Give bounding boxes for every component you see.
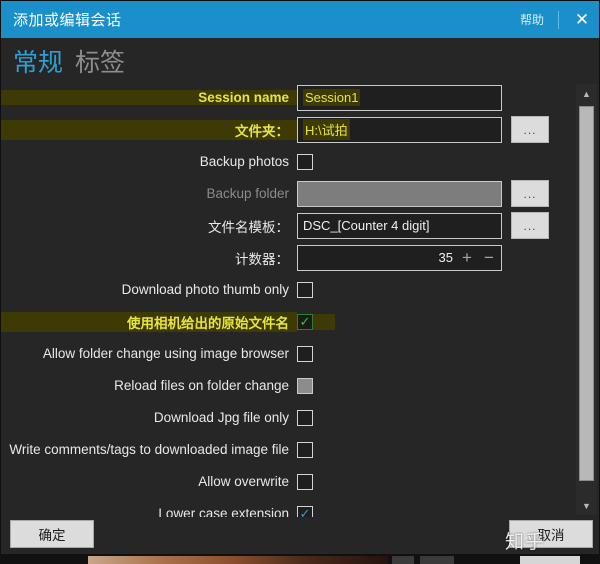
desktop-tile: [420, 556, 454, 564]
label-download-thumb-only: Download photo thumb only: [121, 282, 289, 297]
tab-bar: 常规 标签: [1, 38, 599, 82]
lower-case-extension-checkbox[interactable]: ✓: [297, 505, 313, 517]
row-counter: 计数器： 35 + −: [1, 242, 574, 273]
row-allow-folder-change: Allow folder change using image browser: [1, 338, 574, 369]
backup-photos-checkbox-wrap: [297, 153, 313, 170]
row-reload-files: Reload files on folder change: [1, 370, 574, 401]
desktop-tile: [392, 556, 414, 564]
counter-input[interactable]: 35 + −: [297, 244, 502, 271]
tab-tags[interactable]: 标签: [75, 48, 125, 78]
counter-decrement-icon[interactable]: −: [481, 249, 497, 266]
row-allow-overwrite: Allow overwrite: [1, 466, 574, 497]
folder-browse-button[interactable]: ...: [511, 116, 549, 143]
close-icon[interactable]: ✕: [565, 1, 599, 38]
row-lower-case-extension: Lower case extension ✓: [1, 498, 574, 517]
tab-general[interactable]: 常规: [13, 48, 63, 78]
download-thumb-only-checkbox[interactable]: [297, 281, 313, 298]
lower-case-extension-checkbox-wrap: ✓: [297, 505, 313, 517]
dialog-footer: 确定 取消: [1, 517, 599, 554]
allow-folder-change-checkbox[interactable]: [297, 345, 313, 362]
screen: 添加或编辑会话 帮助 ✕ 常规 标签 Session name Session1: [0, 0, 600, 564]
label-lower-case-extension: Lower case extension: [158, 506, 289, 517]
label-download-jpg-only: Download Jpg file only: [153, 410, 289, 425]
folder-input[interactable]: H:\试拍: [297, 116, 502, 143]
allow-folder-change-checkbox-wrap: [297, 345, 313, 362]
write-comments-checkbox-wrap: [297, 441, 313, 458]
row-download-thumb-only: Download photo thumb only: [1, 274, 574, 305]
row-backup-photos: Backup photos: [1, 146, 574, 177]
window-title: 添加或编辑会话: [13, 12, 122, 29]
label-counter: 计数器：: [235, 251, 289, 267]
scroll-down-icon[interactable]: ▼: [576, 496, 597, 515]
folder-value: H:\试拍: [303, 119, 350, 140]
label-write-comments: Write comments/tags to downloaded image …: [9, 442, 289, 457]
label-backup-folder: Backup folder: [206, 186, 289, 201]
label-session-name: Session name: [1, 90, 297, 105]
scrollbar-thumb[interactable]: [579, 106, 594, 481]
scrollbar-track[interactable]: [576, 103, 597, 496]
desktop-tile: [520, 556, 580, 564]
label-backup-photos: Backup photos: [199, 154, 289, 169]
ok-button[interactable]: 确定: [10, 520, 94, 548]
download-jpg-only-checkbox-wrap: [297, 409, 313, 426]
cancel-button[interactable]: 取消: [509, 520, 593, 548]
row-backup-folder: Backup folder ...: [1, 178, 574, 209]
label-allow-overwrite: Allow overwrite: [198, 474, 289, 489]
title-bar: 添加或编辑会话 帮助 ✕: [1, 1, 599, 38]
help-button[interactable]: 帮助: [512, 7, 552, 32]
desktop-wallpaper: [88, 556, 388, 564]
label-allow-folder-change: Allow folder change using image browser: [42, 346, 289, 361]
vertical-scrollbar[interactable]: ▲ ▼: [576, 84, 597, 515]
backup-photos-checkbox[interactable]: [297, 153, 313, 170]
backup-folder-browse-button[interactable]: ...: [511, 180, 549, 207]
filename-template-input[interactable]: DSC_[Counter 4 digit]: [297, 212, 502, 239]
write-comments-checkbox[interactable]: [297, 441, 313, 458]
titlebar-divider: [558, 10, 559, 29]
allow-overwrite-checkbox[interactable]: [297, 473, 313, 490]
backup-folder-input: [297, 180, 502, 207]
row-download-jpg-only: Download Jpg file only: [1, 402, 574, 433]
row-filename-template: 文件名模板： DSC_[Counter 4 digit] ...: [1, 210, 574, 241]
dialog-window: 添加或编辑会话 帮助 ✕ 常规 标签 Session name Session1: [0, 0, 600, 554]
use-camera-filename-checkbox[interactable]: ✓: [297, 313, 313, 330]
row-session-name: Session name Session1: [1, 82, 574, 113]
use-camera-filename-checkbox-wrap: ✓: [297, 313, 335, 330]
counter-value: 35: [438, 250, 453, 265]
filename-template-browse-button[interactable]: ...: [511, 212, 549, 239]
form-scroll-area: Session name Session1 文件夹： H:\试拍 ... Bac…: [1, 82, 574, 517]
allow-overwrite-checkbox-wrap: [297, 473, 313, 490]
label-use-camera-filename: 使用相机给出的原始文件名: [1, 311, 297, 332]
row-folder: 文件夹： H:\试拍 ...: [1, 114, 574, 145]
label-folder: 文件夹：: [1, 119, 297, 140]
label-reload-files: Reload files on folder change: [114, 378, 289, 393]
row-use-camera-filename: 使用相机给出的原始文件名 ✓: [1, 306, 574, 337]
session-name-value: Session1: [303, 89, 361, 106]
reload-files-checkbox-wrap: [297, 377, 313, 394]
counter-increment-icon[interactable]: +: [459, 249, 475, 266]
row-write-comments: Write comments/tags to downloaded image …: [1, 434, 574, 465]
label-filename-template: 文件名模板：: [208, 219, 289, 235]
dialog-body: Session name Session1 文件夹： H:\试拍 ... Bac…: [1, 82, 599, 517]
download-jpg-only-checkbox[interactable]: [297, 409, 313, 426]
filename-template-value: DSC_[Counter 4 digit]: [303, 218, 430, 233]
scroll-up-icon[interactable]: ▲: [576, 84, 597, 103]
session-name-input[interactable]: Session1: [297, 84, 502, 111]
download-thumb-only-checkbox-wrap: [297, 281, 313, 298]
reload-files-checkbox: [297, 377, 313, 394]
desktop-background-strip: [0, 553, 600, 564]
